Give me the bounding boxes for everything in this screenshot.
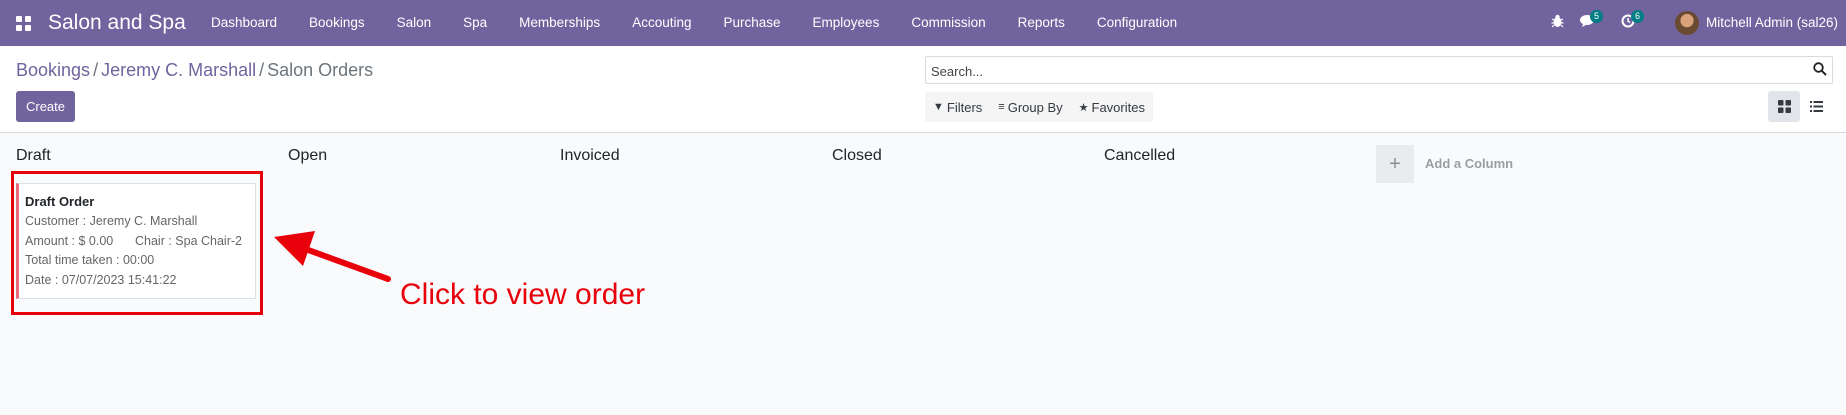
breadcrumb-customer[interactable]: Jeremy C. Marshall	[101, 60, 256, 80]
column-title-invoiced: Invoiced	[560, 147, 620, 164]
group-by-toggle[interactable]: ≡ Group By	[990, 92, 1070, 122]
breadcrumb-current: Salon Orders	[267, 60, 374, 80]
app-brand[interactable]: Salon and Spa	[48, 11, 186, 35]
plus-icon: +	[1389, 152, 1401, 175]
card-customer: Customer : Jeremy C. Marshall	[25, 214, 198, 228]
search-icon[interactable]	[1813, 62, 1827, 76]
annotation-arrow-icon	[274, 231, 391, 282]
search-options: ▼ Filters ≡ Group By ★ Favorites	[925, 92, 1153, 122]
list-view-button[interactable]	[1800, 91, 1832, 122]
debug-bug-icon[interactable]	[1551, 14, 1564, 31]
breadcrumb-separator: /	[259, 60, 265, 80]
menu-configuration[interactable]: Configuration	[1081, 0, 1193, 46]
kanban-grid-icon	[1777, 100, 1791, 113]
filters-toggle[interactable]: ▼ Filters	[925, 92, 990, 122]
messages-chat-icon[interactable]: 5	[1580, 10, 1603, 31]
filter-icon: ▼	[933, 101, 944, 113]
create-button[interactable]: Create	[16, 91, 75, 122]
top-navbar: Salon and Spa Dashboard Bookings Salon S…	[0, 0, 1846, 46]
kanban-view-button[interactable]	[1768, 91, 1800, 122]
card-date: Date : 07/07/2023 15:41:22	[25, 273, 177, 287]
main-menu: Dashboard Bookings Salon Spa Memberships…	[195, 0, 1193, 46]
menu-bookings[interactable]: Bookings	[293, 0, 381, 46]
column-title-cancelled: Cancelled	[1104, 147, 1176, 164]
add-column-label[interactable]: Add a Column	[1425, 156, 1513, 171]
menu-accouting[interactable]: Accouting	[616, 0, 707, 46]
bars-icon: ≡	[998, 101, 1005, 113]
filters-label: Filters	[946, 99, 983, 115]
add-column-button[interactable]: +	[1376, 145, 1414, 183]
menu-reports[interactable]: Reports	[1002, 0, 1081, 46]
column-title-closed: Closed	[832, 147, 882, 164]
menu-salon[interactable]: Salon	[381, 0, 448, 46]
breadcrumb: Bookings / Jeremy C. Marshall / Salon Orders	[16, 60, 373, 81]
annotation-text: Click to view order	[400, 278, 646, 311]
card-time: Total time taken : 00:00	[25, 253, 155, 267]
card-amount: Amount : $ 0.00	[25, 234, 114, 248]
column-title-draft: Draft	[16, 147, 51, 164]
menu-employees[interactable]: Employees	[797, 0, 896, 46]
breadcrumb-separator: /	[93, 60, 99, 80]
search-bar	[925, 56, 1833, 84]
activities-badge: 6	[1631, 10, 1644, 23]
breadcrumb-bookings[interactable]: Bookings	[16, 60, 90, 80]
messages-badge: 5	[1590, 10, 1603, 23]
menu-spa[interactable]: Spa	[447, 0, 503, 46]
activities-clock-icon[interactable]: 6	[1621, 10, 1644, 31]
search-input[interactable]	[931, 61, 1791, 81]
user-menu[interactable]: Mitchell Admin (sal26)	[1706, 15, 1838, 30]
column-title-open: Open	[288, 147, 328, 164]
group-by-label: Group By	[1007, 99, 1063, 115]
favorites-toggle[interactable]: ★ Favorites	[1071, 92, 1153, 122]
user-avatar[interactable]	[1675, 11, 1699, 35]
star-icon: ★	[1078, 101, 1089, 114]
favorites-label: Favorites	[1091, 99, 1145, 115]
control-panel: Bookings / Jeremy C. Marshall / Salon Orders…	[0, 46, 1846, 133]
view-switcher	[1768, 91, 1832, 122]
menu-dashboard[interactable]: Dashboard	[195, 0, 293, 46]
list-icon	[1809, 101, 1823, 112]
kanban-card-draft-order[interactable]: Draft Order Customer : Jeremy C. Marshal…	[16, 183, 256, 299]
menu-memberships[interactable]: Memberships	[503, 0, 616, 46]
card-chair: Chair : Spa Chair-2	[135, 234, 242, 248]
card-title: Draft Order	[25, 194, 95, 209]
apps-menu-icon[interactable]	[16, 16, 31, 31]
menu-purchase[interactable]: Purchase	[707, 0, 796, 46]
menu-commission[interactable]: Commission	[895, 0, 1001, 46]
